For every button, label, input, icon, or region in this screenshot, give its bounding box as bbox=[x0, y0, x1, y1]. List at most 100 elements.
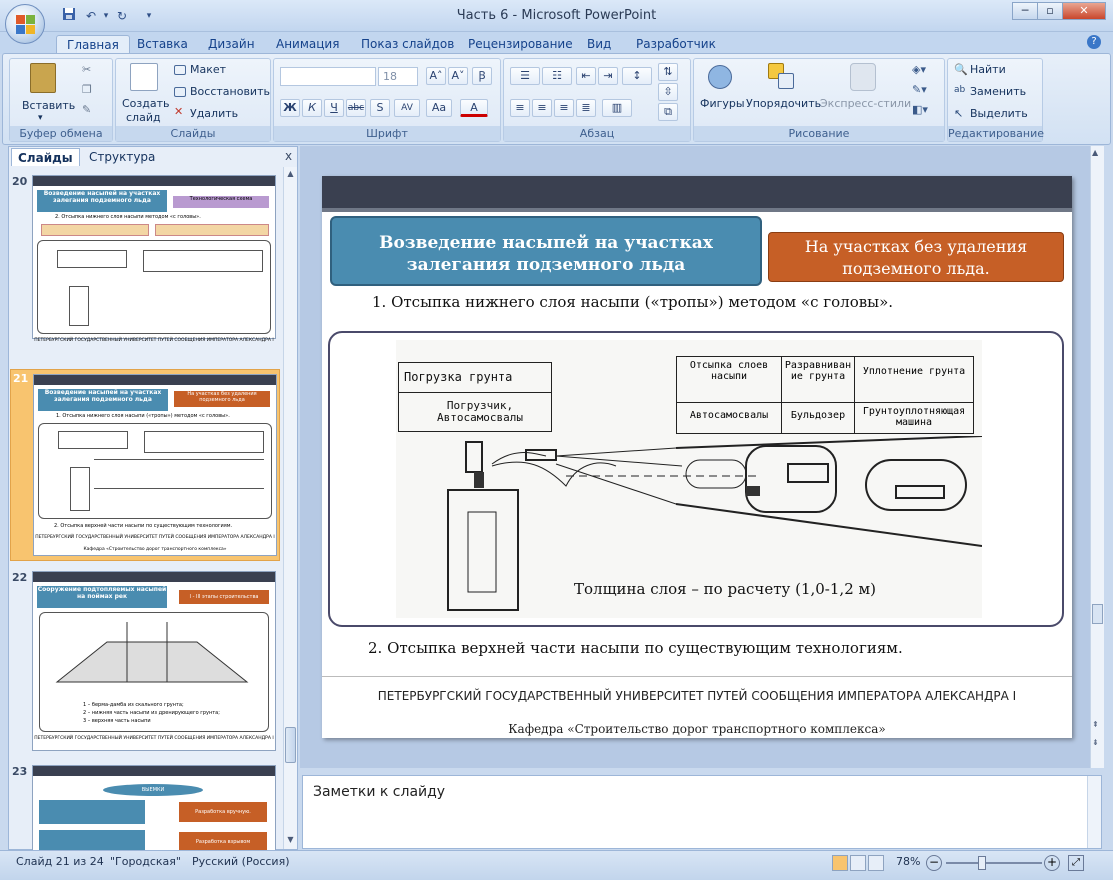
tab-insert[interactable]: Вставка bbox=[127, 35, 198, 54]
align-left-icon[interactable]: ≡ bbox=[510, 99, 530, 117]
minimize-button[interactable]: ─ bbox=[1012, 2, 1038, 20]
slide-sorter-icon[interactable] bbox=[850, 855, 866, 871]
reset-button[interactable]: Восстановить bbox=[190, 85, 270, 98]
font-size-combo[interactable]: 18 bbox=[378, 67, 418, 86]
zoom-in-icon[interactable]: + bbox=[1044, 855, 1060, 871]
justify-icon[interactable]: ≣ bbox=[576, 99, 596, 117]
find-button[interactable]: Найти bbox=[970, 63, 1006, 76]
tab-review[interactable]: Рецензирование bbox=[458, 35, 583, 54]
slide-thumbnail-20[interactable]: 20 Возведение насыпей на участках залега… bbox=[10, 173, 280, 363]
layout-button[interactable]: Макет bbox=[190, 63, 226, 76]
tab-animation[interactable]: Анимация bbox=[266, 35, 349, 54]
paste-icon[interactable] bbox=[30, 63, 56, 93]
columns-icon[interactable]: ▥ bbox=[602, 99, 632, 117]
change-case-button[interactable]: Aa bbox=[426, 99, 452, 117]
font-family-combo[interactable] bbox=[280, 67, 376, 86]
delete-button[interactable]: Удалить bbox=[190, 107, 238, 120]
bold-button[interactable]: Ж bbox=[280, 99, 300, 117]
redo-icon[interactable]: ↻ bbox=[113, 7, 131, 25]
arrange-button[interactable]: Упорядочить bbox=[746, 97, 821, 110]
tab-outline[interactable]: Структура bbox=[83, 148, 161, 166]
slide-title[interactable]: Возведение насыпей на участках залегания… bbox=[330, 216, 762, 286]
save-icon[interactable] bbox=[60, 7, 78, 25]
replace-button[interactable]: Заменить bbox=[970, 85, 1026, 98]
shape-outline-icon[interactable]: ✎▾ bbox=[912, 83, 927, 96]
strikethrough-button[interactable]: abc bbox=[346, 99, 366, 117]
slide-footer-2[interactable]: Кафедра «Строительство дорог транспортно… bbox=[362, 722, 1032, 736]
char-spacing-button[interactable]: AV bbox=[394, 99, 420, 117]
tab-slides[interactable]: Слайды bbox=[11, 148, 80, 166]
shrink-font-icon[interactable]: A˅ bbox=[448, 67, 468, 85]
close-button[interactable]: ✕ bbox=[1062, 2, 1106, 20]
language[interactable]: Русский (Россия) bbox=[192, 855, 290, 868]
line-spacing-icon[interactable]: ↕ bbox=[622, 67, 652, 85]
editor-scrollbar[interactable]: ▲ ⇞ ⇟ bbox=[1090, 146, 1104, 768]
slides-scrollbar[interactable]: ▲ ▼ bbox=[283, 167, 297, 849]
format-painter-icon[interactable]: ✎ bbox=[82, 103, 91, 116]
scroll-thumb[interactable] bbox=[285, 727, 296, 763]
slide-line-1[interactable]: 1. Отсыпка нижнего слоя насыпи («тропы»)… bbox=[372, 293, 893, 311]
prev-slide-icon[interactable]: ⇞ bbox=[1092, 720, 1099, 729]
align-text-icon[interactable]: ⇳ bbox=[658, 83, 678, 101]
decrease-indent-icon[interactable]: ⇤ bbox=[576, 67, 596, 85]
underline-button[interactable]: Ч bbox=[324, 99, 344, 117]
customize-qat-icon[interactable]: ▾ bbox=[140, 7, 158, 25]
tab-design[interactable]: Дизайн bbox=[198, 35, 265, 54]
smartart-icon[interactable]: ⧉ bbox=[658, 103, 678, 121]
grow-font-icon[interactable]: A˄ bbox=[426, 67, 446, 85]
text-direction-icon[interactable]: ⇅ bbox=[658, 63, 678, 81]
shapes-button[interactable]: Фигуры bbox=[700, 97, 745, 110]
zoom-slider[interactable] bbox=[946, 862, 1042, 864]
slide-thumbnail-21[interactable]: 21 Возведение насыпей на участках залега… bbox=[10, 369, 280, 561]
close-pane-icon[interactable]: x bbox=[285, 149, 292, 163]
bullets-icon[interactable]: ☰ bbox=[510, 67, 540, 85]
align-center-icon[interactable]: ≡ bbox=[532, 99, 552, 117]
tab-home[interactable]: Главная bbox=[56, 35, 130, 54]
quick-styles-button[interactable]: Экспресс-стили bbox=[820, 97, 911, 110]
zoom-slider-thumb[interactable] bbox=[978, 856, 987, 870]
new-slide-label-2[interactable]: слайд bbox=[126, 111, 161, 124]
align-right-icon[interactable]: ≡ bbox=[554, 99, 574, 117]
notes-scrollbar[interactable] bbox=[1087, 776, 1101, 848]
clipboard-group: Вставить ▾ ✂ ❐ ✎ Буфер обмена bbox=[9, 58, 113, 142]
slide-line-2[interactable]: 2. Отсыпка верхней части насыпи по сущес… bbox=[368, 639, 903, 657]
office-button[interactable] bbox=[5, 4, 45, 44]
zoom-level[interactable]: 78% bbox=[896, 855, 920, 868]
new-slide-icon[interactable] bbox=[130, 63, 158, 91]
quick-styles-icon[interactable] bbox=[850, 63, 876, 91]
scroll-thumb[interactable] bbox=[1092, 604, 1103, 624]
font-color-button[interactable]: A bbox=[460, 99, 488, 117]
slide-side-box[interactable]: На участках без удаления подземного льда… bbox=[768, 232, 1064, 282]
theme-name[interactable]: "Городская" bbox=[110, 855, 181, 868]
paste-button[interactable]: Вставить bbox=[22, 99, 75, 112]
cut-icon[interactable]: ✂ bbox=[82, 63, 91, 76]
slide-thumbnail-23[interactable]: 23 ВЫЕМКИ Разработка вручную. Разработка… bbox=[10, 763, 280, 851]
shapes-icon[interactable] bbox=[708, 65, 732, 89]
next-slide-icon[interactable]: ⇟ bbox=[1092, 738, 1099, 747]
tab-slideshow[interactable]: Показ слайдов bbox=[351, 35, 464, 54]
tab-view[interactable]: Вид bbox=[577, 35, 621, 54]
slideshow-icon[interactable] bbox=[868, 855, 884, 871]
fit-to-window-icon[interactable]: ⤢ bbox=[1068, 855, 1084, 871]
maximize-button[interactable]: ▫ bbox=[1037, 2, 1063, 20]
zoom-out-icon[interactable]: − bbox=[926, 855, 942, 871]
notes-pane[interactable]: Заметки к слайду bbox=[302, 775, 1102, 849]
clear-format-icon[interactable]: Ꞵ bbox=[472, 67, 492, 85]
italic-button[interactable]: К bbox=[302, 99, 322, 117]
slide-canvas[interactable]: Возведение насыпей на участках залегания… bbox=[322, 176, 1072, 738]
normal-view-icon[interactable] bbox=[832, 855, 848, 871]
slide-footer[interactable]: ПЕТЕРБУРГСКИЙ ГОСУДАРСТВЕННЫЙ УНИВЕРСИТЕ… bbox=[362, 688, 1032, 704]
shape-fill-icon[interactable]: ◈▾ bbox=[912, 63, 926, 76]
shadow-button[interactable]: S bbox=[370, 99, 390, 117]
tab-developer[interactable]: Разработчик bbox=[626, 35, 726, 54]
help-icon[interactable]: ? bbox=[1087, 35, 1101, 49]
select-button[interactable]: Выделить bbox=[970, 107, 1028, 120]
notes-placeholder[interactable]: Заметки к слайду bbox=[313, 784, 445, 800]
new-slide-button[interactable]: Создать bbox=[122, 97, 170, 110]
shape-effects-icon[interactable]: ◧▾ bbox=[912, 103, 928, 116]
numbering-icon[interactable]: ☷ bbox=[542, 67, 572, 85]
paste-dropdown-icon[interactable]: ▾ bbox=[38, 113, 43, 123]
increase-indent-icon[interactable]: ⇥ bbox=[598, 67, 618, 85]
copy-icon[interactable]: ❐ bbox=[82, 83, 92, 96]
slide-thumbnail-22[interactable]: 22 Сооружение подтопляемых насыпей на по… bbox=[10, 569, 280, 753]
